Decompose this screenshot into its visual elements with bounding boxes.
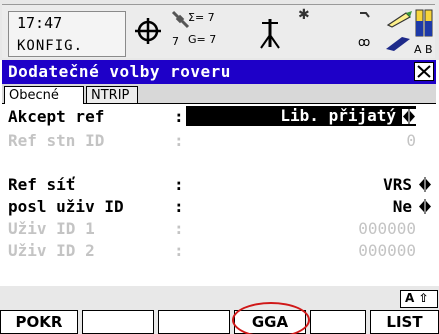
left-right-arrows-icon[interactable]: [418, 199, 432, 214]
field-row-ref-sit: Ref síť : VRS: [8, 174, 432, 196]
rover-antenna-icon: [260, 19, 280, 49]
softkey-f3[interactable]: [158, 310, 230, 334]
accept-ref-select[interactable]: Lib. přijatý: [186, 106, 416, 126]
softkey-f5[interactable]: [310, 310, 366, 334]
dialog-title-bar: Dodatečné volby roveru: [2, 60, 436, 84]
sat-gps-count: G= 7: [188, 33, 217, 46]
battery-icon: [415, 9, 433, 37]
status-bar: 17:47 KONFIG. 7 Σ= 7 G= 7 ✱ ꝏ A B: [0, 0, 439, 60]
field-row-accept-ref: Akcept ref : Lib. přijatý: [8, 106, 432, 128]
sat-left-count: 7: [172, 35, 179, 48]
field-colon: :: [174, 107, 184, 126]
field-value: 000000: [358, 241, 416, 260]
radio-signal-icon: [360, 12, 370, 18]
radio-link-icon: ꝏ: [358, 35, 371, 49]
field-value[interactable]: VRS: [383, 175, 412, 194]
field-value[interactable]: Ne: [393, 197, 412, 216]
field-row-user-id-2: Uživ ID 2 : 000000: [8, 240, 432, 262]
close-icon: [417, 65, 431, 78]
softkey-f6-list[interactable]: LIST: [370, 310, 439, 334]
tab-strip: Obecné NTRIP: [2, 84, 436, 104]
settings-panel: Akcept ref : Lib. přijatý Ref stn ID : 0…: [2, 104, 436, 286]
close-button[interactable]: [414, 62, 434, 81]
dialog-title: Dodatečné volby roveru: [8, 62, 231, 81]
stylus-icon: [386, 11, 412, 28]
sat-total-count: Σ= 7: [188, 11, 215, 24]
field-colon: :: [174, 197, 184, 216]
field-row-user-id-1: Uživ ID 1 : 000000: [8, 218, 432, 240]
field-label: Ref stn ID: [8, 131, 105, 150]
field-colon: :: [174, 175, 184, 194]
softkey-f1-pokr[interactable]: POKR: [0, 310, 78, 334]
tab-obecne[interactable]: Obecné: [4, 86, 84, 104]
softkey-bar: A ⇧ POKR GGA LIST: [0, 286, 439, 334]
field-value: 0: [406, 131, 416, 150]
time-mode-box: 17:47 KONFIG.: [8, 11, 126, 57]
left-right-arrows-icon[interactable]: [418, 177, 432, 192]
field-value: 000000: [358, 219, 416, 238]
mode-label: KONFIG.: [17, 38, 84, 54]
field-colon: :: [174, 131, 184, 150]
position-crosshair-icon: [135, 18, 161, 44]
memory-card-icon: [386, 37, 410, 51]
shift-indicator: A ⇧: [400, 290, 438, 308]
left-right-arrows-icon: [402, 109, 416, 124]
softkey-f2[interactable]: [82, 310, 154, 334]
field-value: Lib. přijatý: [280, 106, 396, 125]
field-label: Ref síť: [8, 175, 76, 194]
field-colon: :: [174, 219, 184, 238]
field-label: Uživ ID 1: [8, 219, 95, 238]
field-label: Uživ ID 2: [8, 241, 95, 260]
gga-highlight-circle: [232, 302, 310, 334]
clock-time: 17:47: [17, 14, 63, 32]
battery-label-b: B: [425, 43, 433, 56]
field-colon: :: [174, 241, 184, 260]
field-row-last-user-id: posl uživ ID : Ne: [8, 196, 432, 218]
status-panel: 17:47 KONFIG. 7 Σ= 7 G= 7 ✱ ꝏ A B: [2, 4, 435, 58]
field-label: posl uživ ID: [8, 197, 124, 216]
field-label: Akcept ref: [8, 107, 105, 126]
bluetooth-icon: ✱: [298, 7, 310, 23]
tab-ntrip[interactable]: NTRIP: [86, 86, 138, 104]
field-row-ref-stn-id: Ref stn ID : 0: [8, 130, 432, 152]
battery-label-a: A: [414, 43, 422, 56]
